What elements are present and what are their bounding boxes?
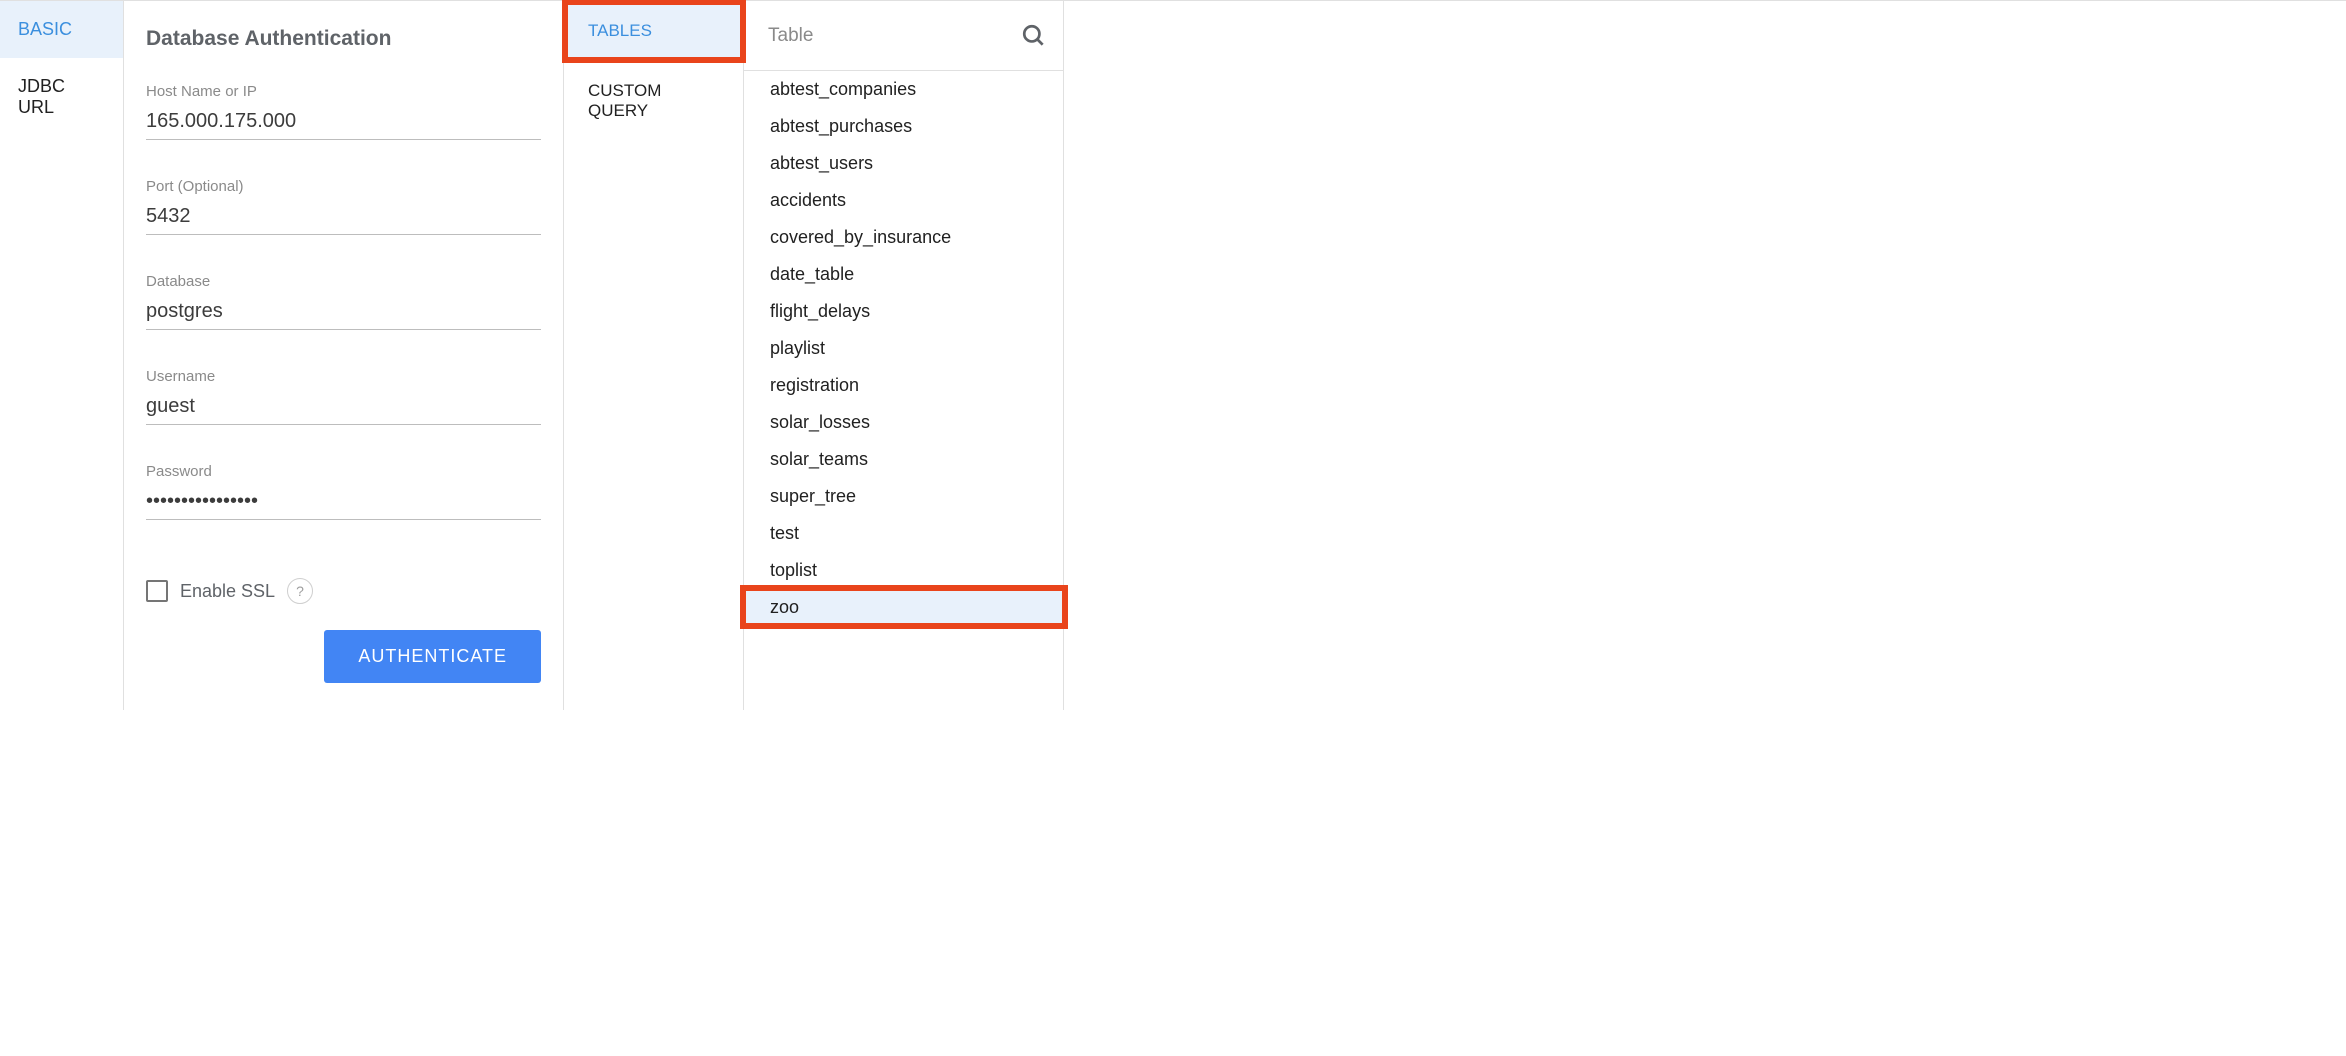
password-label: Password	[146, 463, 541, 480]
source-mode-tables[interactable]: TABLES	[564, 1, 743, 61]
username-input[interactable]	[146, 391, 541, 425]
password-field: Password	[146, 463, 541, 520]
table-item[interactable]: covered_by_insurance	[744, 219, 1063, 256]
search-icon[interactable]	[1021, 23, 1047, 49]
username-label: Username	[146, 368, 541, 385]
table-item[interactable]: abtest_users	[744, 145, 1063, 182]
username-field: Username	[146, 368, 541, 425]
enable-ssl-checkbox[interactable]	[146, 580, 168, 602]
table-item[interactable]: solar_losses	[744, 404, 1063, 441]
host-label: Host Name or IP	[146, 83, 541, 100]
table-item[interactable]: abtest_purchases	[744, 108, 1063, 145]
table-item[interactable]: solar_teams	[744, 441, 1063, 478]
port-field: Port (Optional)	[146, 178, 541, 235]
help-icon[interactable]: ?	[287, 578, 313, 604]
table-item[interactable]: toplist	[744, 552, 1063, 589]
auth-panel: Database Authentication Host Name or IP …	[124, 1, 564, 710]
table-item[interactable]: accidents	[744, 182, 1063, 219]
table-panel: abtest_companiesabtest_purchasesabtest_u…	[744, 1, 1064, 710]
port-input[interactable]	[146, 201, 541, 235]
auth-title: Database Authentication	[146, 27, 541, 51]
password-input[interactable]	[146, 486, 541, 520]
source-mode-nav: TABLESCUSTOM QUERY	[564, 1, 744, 710]
table-item[interactable]: zoo	[744, 589, 1063, 626]
app-container: BASICJDBC URL Database Authentication Ho…	[0, 0, 2346, 710]
connection-mode-nav: BASICJDBC URL	[0, 1, 124, 710]
table-search-input[interactable]	[768, 25, 1021, 47]
enable-ssl-label: Enable SSL	[180, 581, 275, 602]
ssl-row: Enable SSL ?	[146, 578, 541, 604]
port-label: Port (Optional)	[146, 178, 541, 195]
table-list: abtest_companiesabtest_purchasesabtest_u…	[744, 71, 1063, 626]
table-item[interactable]: playlist	[744, 330, 1063, 367]
table-item[interactable]: flight_delays	[744, 293, 1063, 330]
authenticate-button[interactable]: AUTHENTICATE	[324, 630, 541, 683]
table-item[interactable]: date_table	[744, 256, 1063, 293]
table-search-row	[744, 1, 1063, 71]
source-mode-custom-query[interactable]: CUSTOM QUERY	[564, 61, 743, 141]
database-label: Database	[146, 273, 541, 290]
host-input[interactable]	[146, 106, 541, 140]
connection-mode-jdbc-url[interactable]: JDBC URL	[0, 58, 123, 136]
table-item[interactable]: test	[744, 515, 1063, 552]
table-item[interactable]: registration	[744, 367, 1063, 404]
table-item[interactable]: super_tree	[744, 478, 1063, 515]
host-field: Host Name or IP	[146, 83, 541, 140]
auth-footer: AUTHENTICATE	[146, 630, 541, 683]
table-item[interactable]: abtest_companies	[744, 71, 1063, 108]
database-input[interactable]	[146, 296, 541, 330]
database-field: Database	[146, 273, 541, 330]
connection-mode-basic[interactable]: BASIC	[0, 1, 123, 58]
